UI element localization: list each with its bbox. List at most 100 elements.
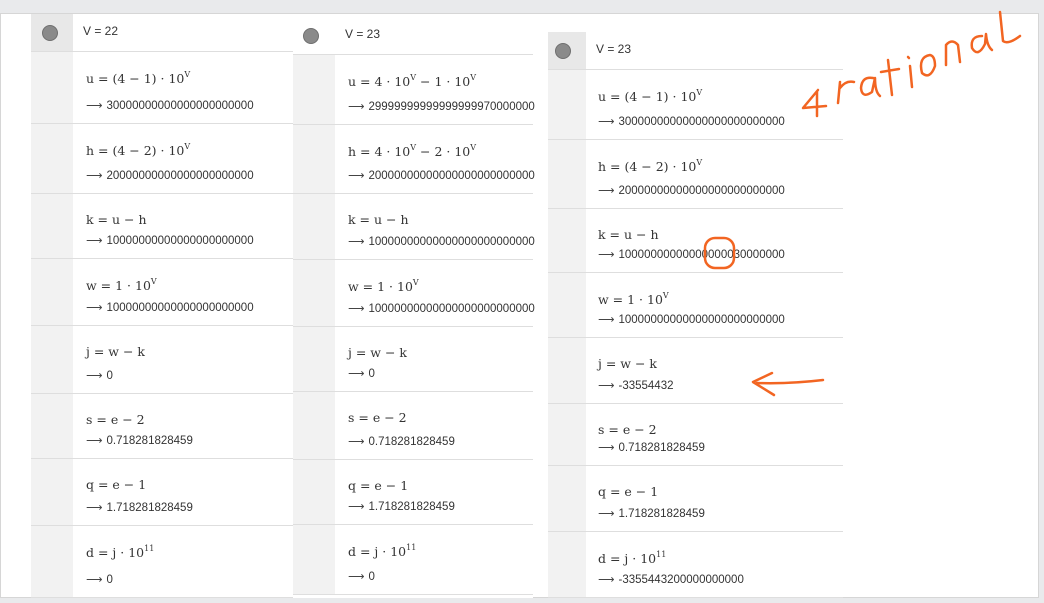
exponent: V [696, 158, 703, 167]
definition-main: d = j · 10 [86, 545, 145, 560]
algebra-row[interactable]: k = u − h ⟶ 10000000000000000000000000 [293, 194, 535, 260]
definition-text[interactable]: q = e − 1 [86, 477, 146, 492]
result-value: 20000000000000000000000000 [368, 170, 535, 182]
result-value: 30000000000000000000000 [106, 100, 254, 112]
algebra-row[interactable]: u = (4 − 1) · 10V ⟶ 3000000000000000000000… [31, 52, 293, 124]
definition-text[interactable]: k = u − h [598, 227, 659, 242]
definition-text[interactable]: j = w − k [348, 345, 407, 360]
algebra-row[interactable]: d = j · 1011 ⟶ -3355443200000000000 [548, 532, 843, 598]
algebra-row[interactable]: s = e − 2 ⟶ 0.718281828459 [548, 404, 843, 466]
algebra-row[interactable]: j = w − k ⟶ 0 [31, 326, 293, 394]
definition-text[interactable]: h = 4 · 10V − 2 · 10V [348, 143, 476, 159]
result-text: ⟶ 0.718281828459 [348, 434, 455, 448]
algebra-row[interactable]: h = (4 − 2) · 10V ⟶ 2000000000000000000000… [548, 140, 843, 209]
slider-definition[interactable]: V = 23 [596, 42, 631, 56]
definition-main: u = 4 · 10 [348, 74, 411, 89]
algebra-row[interactable]: k = u − h ⟶ 10000000000000000030000000 [548, 209, 843, 273]
row-gutter [548, 273, 586, 337]
definition-main: u = (4 − 1) · 10 [598, 89, 697, 104]
result-text: ⟶ 1.718281828459 [598, 506, 705, 520]
arrow-icon: ⟶ [348, 236, 365, 248]
arrow-icon: ⟶ [86, 302, 103, 314]
definition-text[interactable]: k = u − h [86, 212, 147, 227]
definition-text[interactable]: h = (4 − 2) · 10V [86, 142, 190, 158]
algebra-row[interactable]: h = (4 − 2) · 10V ⟶ 2000000000000000000000… [31, 124, 293, 194]
arrow-icon: ⟶ [348, 436, 365, 448]
row-gutter [31, 526, 73, 597]
row-gutter [548, 70, 586, 139]
definition-text[interactable]: u = (4 − 1) · 10V [86, 70, 190, 86]
visibility-toggle[interactable] [555, 43, 571, 59]
definition-text[interactable]: u = 4 · 10V − 1 · 10V [348, 73, 476, 89]
algebra-row[interactable]: q = e − 1 ⟶ 1.718281828459 [31, 459, 293, 526]
row-gutter [548, 338, 586, 403]
slider-row[interactable]: V = 23 [548, 32, 843, 70]
algebra-panel-2: V = 23 u = 4 · 10V − 1 · 10V ⟶ 29999999999… [293, 17, 535, 598]
visibility-toggle[interactable] [303, 28, 319, 44]
definition-text[interactable]: d = j · 1011 [86, 544, 154, 560]
algebra-row[interactable]: u = (4 − 1) · 10V ⟶ 3000000000000000000000… [548, 70, 843, 140]
definition-text[interactable]: h = (4 − 2) · 10V [598, 158, 702, 174]
definition-main: q = e − 1 [598, 484, 659, 499]
algebra-row[interactable]: q = e − 1 ⟶ 1.718281828459 [548, 466, 843, 532]
row-gutter [548, 532, 586, 597]
result-value: 20000000000000000000000000 [618, 185, 785, 197]
result-value: 20000000000000000000000 [106, 170, 254, 182]
definition-text[interactable]: q = e − 1 [348, 478, 408, 493]
definition-text[interactable]: s = e − 2 [348, 410, 407, 425]
algebra-row[interactable]: j = w − k ⟶ -33554432 [548, 338, 843, 404]
definition-text[interactable]: q = e − 1 [598, 484, 658, 499]
exponent: 11 [144, 544, 155, 553]
result-value: 10000000000000000000000000 [618, 314, 785, 326]
algebra-row[interactable]: w = 1 · 10V ⟶ 10000000000000000000000000 [548, 273, 843, 338]
algebra-row[interactable]: s = e − 2 ⟶ 0.718281828459 [293, 392, 533, 460]
definition-main: q = e − 1 [86, 477, 147, 492]
row-gutter [31, 459, 73, 525]
result-text: ⟶ 10000000000000000000000000 [348, 301, 535, 315]
slider-row[interactable]: V = 22 [31, 14, 293, 52]
definition-text[interactable]: k = u − h [348, 212, 409, 227]
arrow-icon: ⟶ [86, 235, 103, 247]
algebra-panel-3: V = 23 u = (4 − 1) · 10V ⟶ 300000000000000… [548, 32, 843, 598]
arrow-icon: ⟶ [86, 502, 103, 514]
algebra-row[interactable]: w = 1 · 10V ⟶ 10000000000000000000000 [31, 259, 293, 326]
exponent: V [696, 88, 703, 97]
definition-text[interactable]: s = e − 2 [598, 422, 657, 437]
result-text: ⟶ -33554432 [598, 378, 674, 392]
result-value: 10000000000000000000000 [106, 302, 254, 314]
algebra-row[interactable]: d = j · 1011 ⟶ 0 [293, 525, 533, 595]
definition-text[interactable]: j = w − k [86, 344, 145, 359]
definition-text[interactable]: d = j · 1011 [598, 550, 666, 566]
definition-text[interactable]: u = (4 − 1) · 10V [598, 88, 702, 104]
algebra-row[interactable]: d = j · 1011 ⟶ 0 [31, 526, 293, 598]
algebra-row[interactable]: j = w − k ⟶ 0 [293, 327, 533, 392]
algebra-row[interactable]: k = u − h ⟶ 10000000000000000000000 [31, 194, 293, 259]
definition-text[interactable]: s = e − 2 [86, 412, 145, 427]
definition-text[interactable]: d = j · 1011 [348, 543, 416, 559]
definition-main: k = u − h [598, 227, 659, 242]
slider-definition[interactable]: V = 22 [83, 24, 118, 38]
visibility-toggle[interactable] [42, 25, 58, 41]
result-value: 0 [368, 368, 375, 380]
algebra-row[interactable]: s = e − 2 ⟶ 0.718281828459 [31, 394, 293, 459]
result-text: ⟶ 0.718281828459 [86, 433, 193, 447]
definition-text[interactable]: j = w − k [598, 356, 657, 371]
definition-main: d = j · 10 [598, 551, 657, 566]
definition-text[interactable]: w = 1 · 10V [348, 278, 419, 294]
definition-text[interactable]: w = 1 · 10V [598, 291, 669, 307]
algebra-row[interactable]: u = 4 · 10V − 1 · 10V ⟶ 299999999999999999… [293, 55, 535, 125]
result-value: 0.718281828459 [368, 436, 455, 448]
result-value: 29999999999999999970000000 [368, 101, 535, 113]
result-value: 1.718281828459 [368, 501, 455, 513]
algebra-row[interactable]: q = e − 1 ⟶ 1.718281828459 [293, 460, 533, 525]
slider-definition[interactable]: V = 23 [345, 27, 380, 41]
algebra-row[interactable]: w = 1 · 10V ⟶ 10000000000000000000000000 [293, 260, 535, 327]
algebra-row[interactable]: h = 4 · 10V − 2 · 10V ⟶ 200000000000000000… [293, 125, 535, 194]
result-text: ⟶ 1.718281828459 [86, 500, 193, 514]
row-gutter [31, 259, 73, 325]
result-text: ⟶ -3355443200000000000 [598, 572, 744, 586]
definition-main: j = w − k [598, 356, 657, 371]
definition-tail: − 1 · 10 [416, 74, 471, 89]
definition-text[interactable]: w = 1 · 10V [86, 277, 157, 293]
slider-row[interactable]: V = 23 [293, 17, 533, 55]
